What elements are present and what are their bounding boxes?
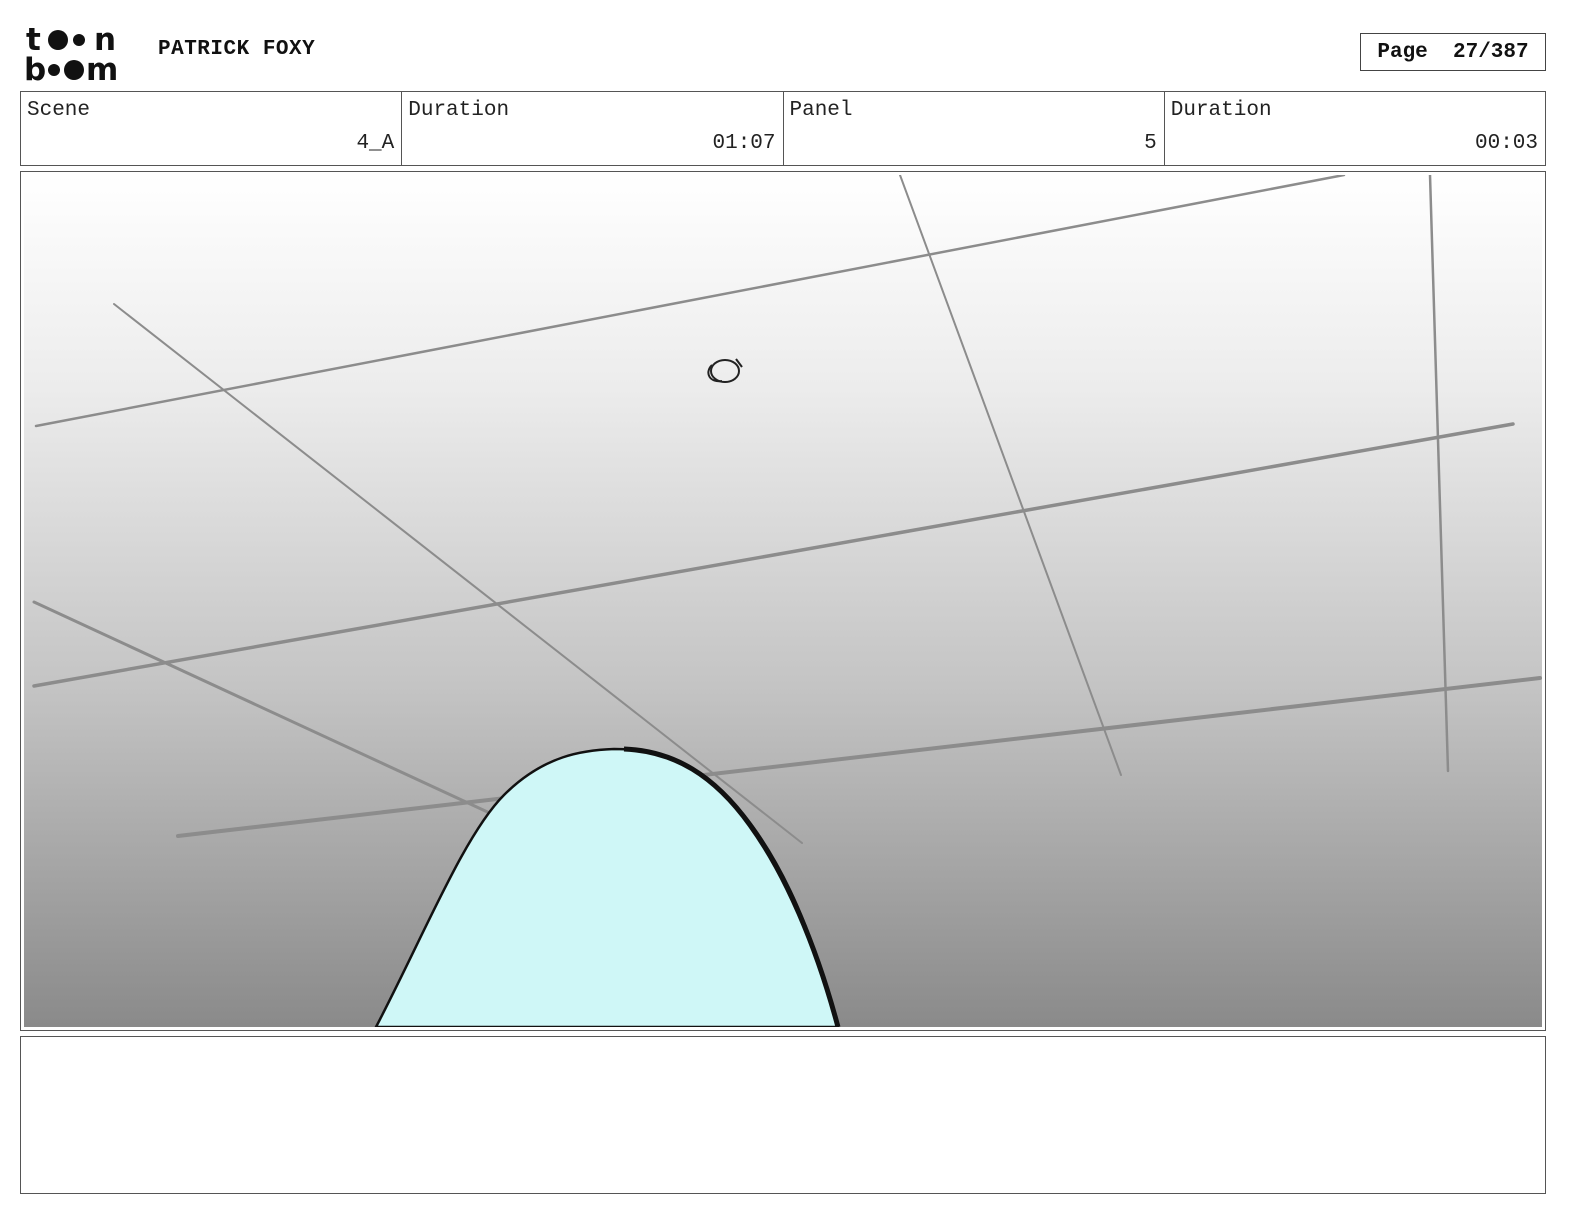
scene-cell: Scene 4_A: [21, 92, 403, 165]
page-indicator: Page 27/387: [1360, 33, 1546, 71]
panel-info-row: Scene 4_A Duration 01:07 Panel 5 Duratio…: [20, 91, 1546, 166]
scene-duration-value: 01:07: [712, 132, 776, 155]
scene-label: Scene: [27, 99, 91, 122]
scene-duration-label: Duration: [408, 99, 510, 122]
panel-value: 5: [1144, 132, 1157, 155]
panel-duration-value: 00:03: [1474, 132, 1538, 155]
panel-cell: Panel 5: [784, 92, 1165, 165]
project-title: PATRICK FOXY: [158, 38, 316, 61]
notes-box[interactable]: [20, 1036, 1546, 1194]
panel-duration-label: Duration: [1170, 99, 1272, 122]
svg-text:m: m: [86, 52, 117, 84]
panel-duration-cell: Duration 00:03: [1165, 92, 1545, 165]
scene-value: 4_A: [356, 132, 395, 155]
storyboard-panel-image: [24, 175, 1542, 1027]
panel-label: Panel: [789, 99, 853, 122]
toonboom-logo: t n b m: [24, 22, 136, 88]
scene-duration-cell: Duration 01:07: [402, 92, 784, 165]
logo-word-bottom: b: [24, 52, 45, 84]
